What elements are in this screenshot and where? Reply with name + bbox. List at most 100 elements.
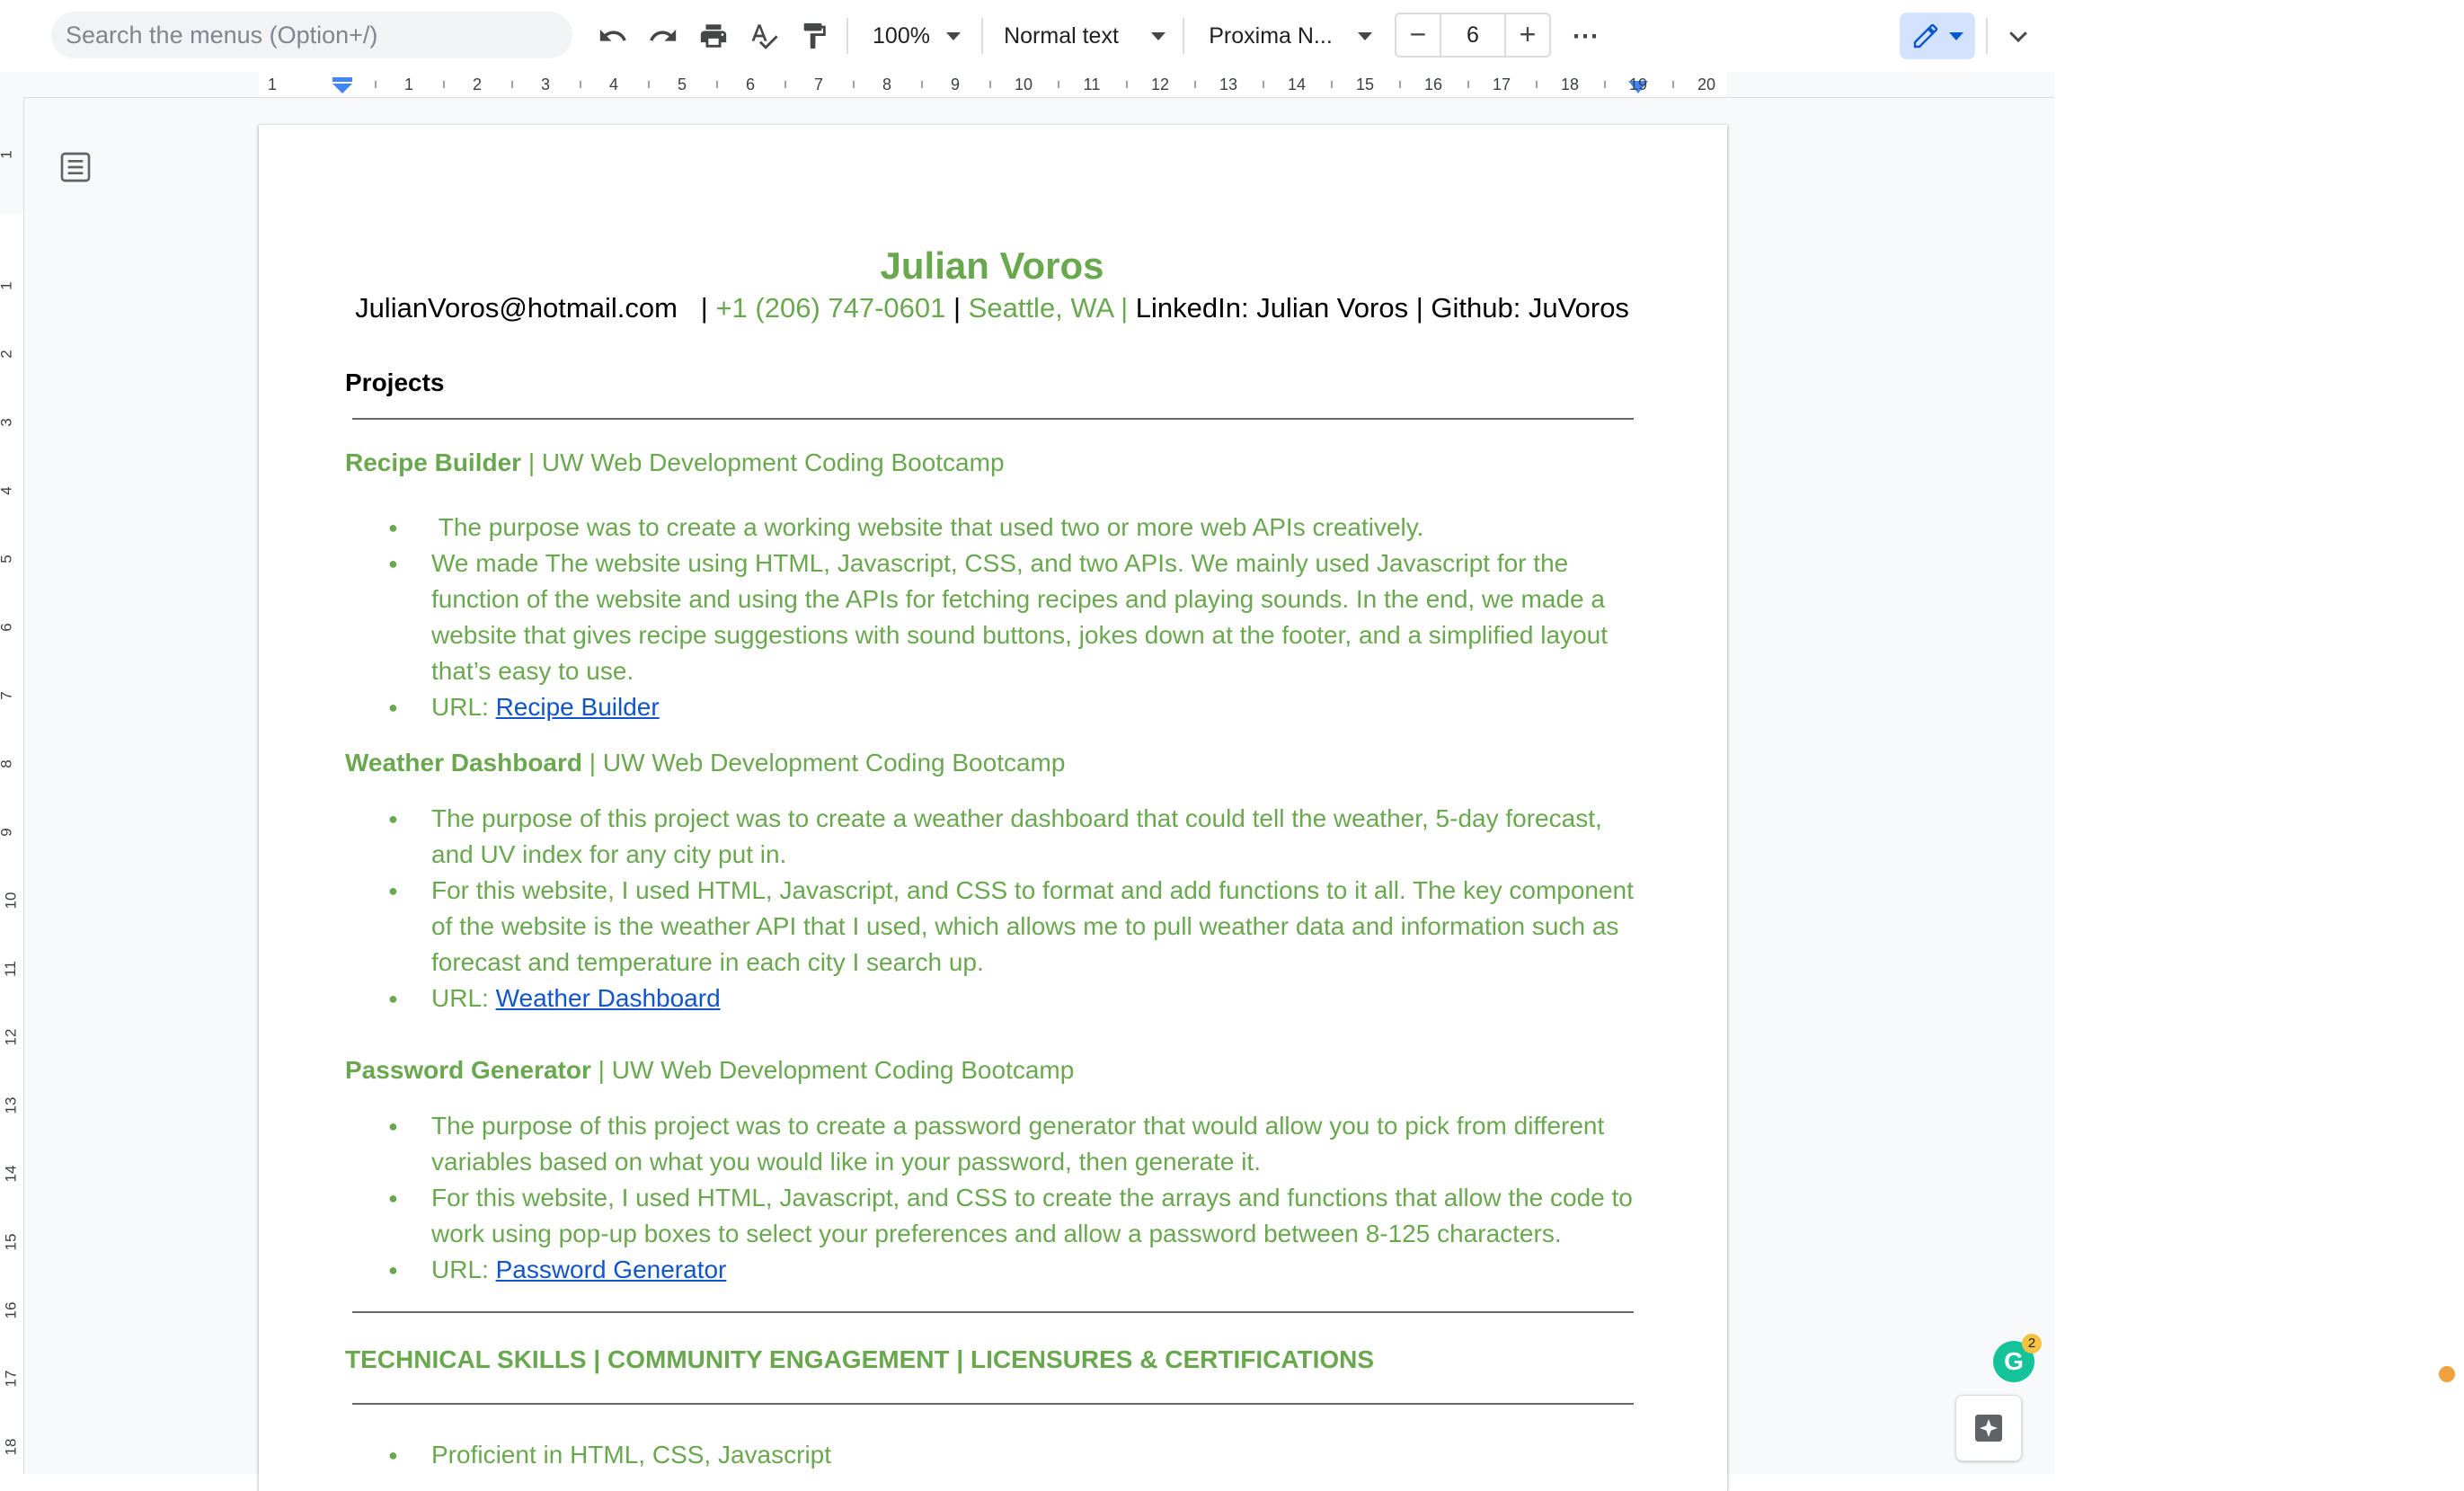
search-menus-input[interactable]: Search the menus (Option+/) [51, 12, 572, 58]
ruler-minor-tick [921, 81, 923, 88]
ruler-tick-label: 6 [745, 75, 756, 93]
ruler-tick-label: 1 [403, 75, 414, 93]
print-button[interactable] [694, 13, 733, 59]
explore-sparkle-icon [1975, 1415, 2002, 1442]
vruler-tick-label: 5 [0, 555, 16, 563]
weather-dashboard-link[interactable]: Weather Dashboard [496, 984, 721, 1012]
project-bullets: The purpose of this project was to creat… [345, 801, 1639, 1016]
document-outline-icon[interactable] [58, 149, 93, 185]
ruler-tick-label: 11 [1083, 75, 1101, 93]
vruler-tick-label: 12 [2, 1028, 20, 1046]
project-name: Weather Dashboard [345, 749, 582, 777]
contact-email: JulianVoros@hotmail.com [355, 292, 678, 324]
status-dot [2439, 1366, 2455, 1382]
vruler-tick-label: 16 [2, 1301, 20, 1319]
project-separator: | [590, 1056, 612, 1084]
more-options-button[interactable]: ⋯ [1565, 13, 1605, 59]
contact-separator: | [1112, 292, 1136, 324]
section-divider [352, 1403, 1634, 1405]
project-name: Password Generator [345, 1056, 591, 1084]
chevron-down-icon [945, 31, 961, 40]
project-title: Recipe Builder | UW Web Development Codi… [345, 448, 1005, 477]
zoom-select[interactable]: 100% [861, 13, 972, 59]
chevron-down-icon [1949, 31, 1963, 40]
explore-button[interactable] [1955, 1395, 2022, 1461]
contact-separator: | [945, 292, 969, 324]
ruler-tick-label: 15 [1355, 75, 1375, 93]
ruler-tick-label: 17 [1492, 75, 1511, 93]
ruler-minor-tick [375, 81, 377, 88]
contact-linkedin: LinkedIn: Julian Voros [1135, 292, 1409, 324]
vruler-tick-label: 18 [2, 1438, 20, 1456]
list-item: For this website, I used HTML, Javascrip… [345, 873, 1639, 981]
redo-button[interactable] [643, 13, 683, 59]
redo-icon [650, 29, 677, 41]
ruler-tick-label: 14 [1287, 75, 1307, 93]
recipe-builder-link[interactable]: Recipe Builder [496, 693, 660, 721]
project-name: Recipe Builder [345, 448, 522, 476]
ruler-minor-tick [580, 81, 581, 88]
decrease-font-size-button[interactable]: − [1396, 14, 1441, 56]
skills-heading: TECHNICAL SKILLS | COMMUNITY ENGAGEMENT … [345, 1345, 1375, 1373]
editing-mode-button[interactable] [1900, 13, 1975, 59]
password-generator-link[interactable]: Password Generator [496, 1256, 727, 1283]
undo-button[interactable] [593, 13, 633, 59]
ruler-tick-label: 19 [1628, 75, 1648, 93]
ruler-tick-label: 12 [1150, 75, 1170, 93]
vruler-tick-label: 1 [0, 281, 16, 289]
spellcheck-icon [751, 24, 778, 49]
project-bullets: The purpose of this project was to creat… [345, 1108, 1639, 1288]
projects-heading: Projects [345, 368, 445, 396]
project-separator: | [582, 749, 603, 777]
collapse-menus-button[interactable] [1999, 13, 2038, 59]
ruler-tick-label: 8 [882, 75, 892, 93]
chevron-down-icon [1357, 31, 1372, 40]
increase-font-size-button[interactable]: + [1504, 14, 1549, 56]
horizontal-ruler[interactable]: 1 1 2 3 4 5 6 7 8 9 10 11 12 13 14 15 16 17 18 19 20 [0, 72, 2054, 98]
vertical-ruler[interactable]: 1123456789101112131415161718 [0, 97, 24, 1474]
undo-icon [599, 29, 626, 41]
spellcheck-button[interactable] [744, 13, 784, 59]
ruler-minor-tick [1672, 81, 1674, 88]
print-icon [700, 24, 727, 48]
vruler-tick-label: 15 [2, 1233, 20, 1251]
font-size-input[interactable]: 6 [1440, 14, 1506, 56]
ruler-minor-tick [648, 81, 650, 88]
font-select[interactable]: Proxima N... [1201, 13, 1380, 59]
left-indent-marker-icon[interactable] [331, 77, 354, 95]
ruler-minor-tick [1536, 81, 1538, 88]
ruler-tick-label: 3 [540, 75, 551, 93]
chevron-down-icon [1150, 31, 1166, 40]
url-label: URL: [431, 693, 496, 721]
paint-format-button[interactable] [794, 13, 834, 59]
ruler-minor-tick [1126, 81, 1128, 88]
ruler-tick-label: 1 [267, 75, 278, 93]
project-org: UW Web Development Coding Bootcamp [541, 448, 1005, 476]
paragraph-style-select[interactable]: Normal text [996, 13, 1174, 59]
section-divider [352, 1311, 1634, 1313]
font-value: Proxima N... [1209, 22, 1333, 49]
ruler-minor-tick [989, 81, 991, 88]
contact-separator: | [677, 292, 716, 324]
ruler-minor-tick [1058, 81, 1059, 88]
ruler-minor-tick [853, 81, 855, 88]
project-org: UW Web Development Coding Bootcamp [602, 749, 1066, 777]
ruler-minor-tick [1399, 81, 1401, 88]
toolbar: Search the menus (Option+/) 100% Normal … [0, 0, 2054, 73]
font-size-stepper: − 6 + [1395, 13, 1551, 58]
paint-format-icon [803, 22, 826, 49]
vruler-tick-label: 11 [1, 961, 19, 977]
vruler-tick-label: 9 [0, 828, 16, 836]
vruler-tick-label: 4 [0, 486, 16, 494]
ruler-tick-label: 9 [950, 75, 961, 93]
url-label: URL: [431, 1256, 496, 1283]
section-divider [352, 418, 1634, 420]
contact-github: Github: JuVoros [1431, 292, 1629, 324]
zoom-value: 100% [873, 22, 930, 49]
contact-phone: +1 (206) 747-0601 [715, 292, 946, 324]
document-page[interactable]: Julian Voros JulianVoros@hotmail.com | +… [259, 125, 1727, 1491]
resume-name: Julian Voros [880, 244, 1104, 287]
ruler-minor-tick [1467, 81, 1469, 88]
vruler-tick-label: 8 [0, 759, 16, 768]
vruler-tick-label: 10 [2, 892, 20, 910]
